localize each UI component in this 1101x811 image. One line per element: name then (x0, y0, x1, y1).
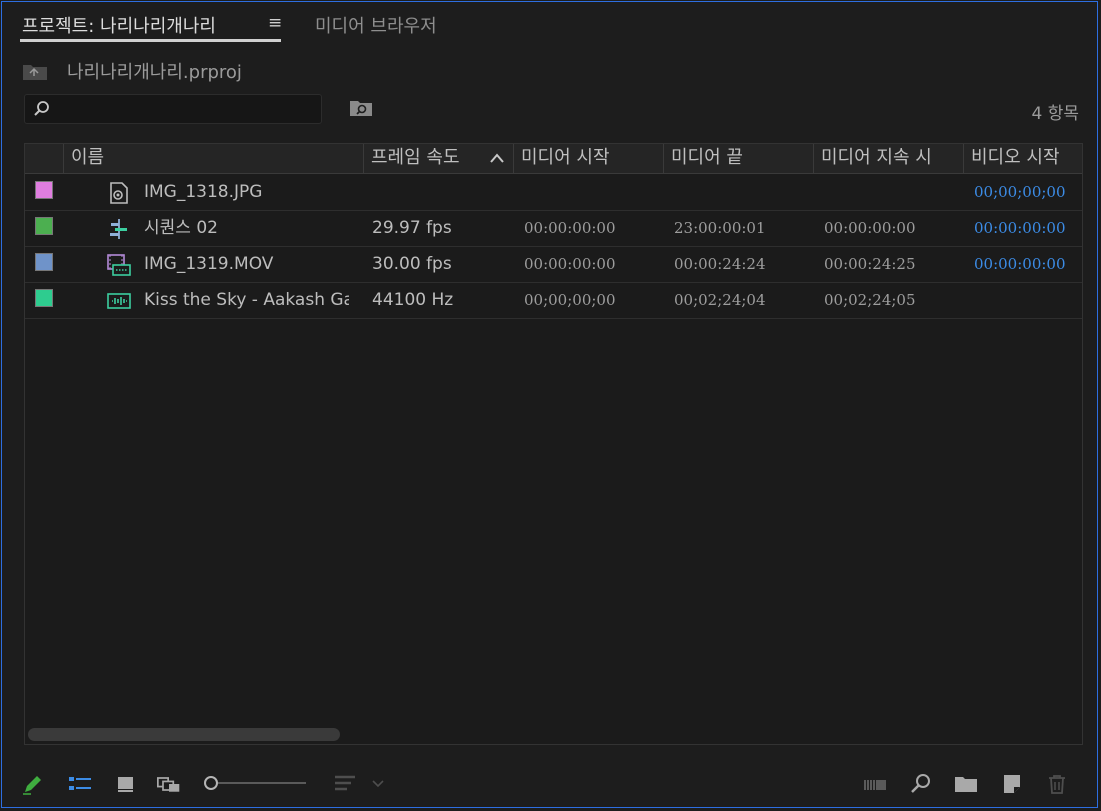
panel-menu-icon[interactable]: ≡ (268, 13, 282, 33)
project-panel: 프로젝트: 나리나리개나리 ≡ 미디어 브라우저 나리나리개나리.prproj … (1, 1, 1098, 808)
label-color-swatch[interactable] (35, 253, 53, 271)
zoom-slider-track[interactable] (216, 782, 306, 784)
new-item-icon[interactable] (1000, 772, 1024, 796)
project-folder-icon[interactable] (22, 61, 48, 81)
find-icon[interactable] (909, 772, 933, 796)
item-frame-rate: 30.00 fps (372, 254, 452, 274)
label-color-swatch[interactable] (35, 217, 53, 235)
find-in-bin-icon[interactable] (349, 99, 373, 117)
item-media-start: 00;00;00;00 (524, 291, 616, 309)
table-row[interactable]: 시퀀스 02 29.97 fps 00:00:00:00 23:00:00:01… (25, 210, 1082, 247)
item-video-start[interactable]: 00;00;00;00 (974, 174, 1066, 210)
item-name: 시퀀스 02 (144, 218, 218, 238)
list-view-icon[interactable] (68, 772, 92, 796)
header-frame-rate-label: 프레임 속도 (371, 147, 460, 168)
item-video-start[interactable]: 00:00:00:00 (974, 246, 1066, 282)
header-name[interactable]: 이름 (63, 144, 363, 173)
audio-file-icon (107, 293, 131, 309)
tab-media-browser[interactable]: 미디어 브라우저 (315, 12, 437, 38)
header-frame-rate[interactable]: 프레임 속도 (363, 144, 513, 173)
project-file-name: 나리나리개나리.prproj (67, 62, 242, 83)
header-media-start[interactable]: 미디어 시작 (513, 144, 663, 173)
item-media-end: 00;02;24;04 (674, 291, 766, 309)
item-media-duration: 00:00:00:00 (824, 219, 916, 237)
image-file-icon (110, 182, 128, 204)
item-video-start[interactable]: 00:00:00:00 (974, 210, 1066, 246)
sequence-icon (110, 219, 127, 239)
item-media-duration: 00;02;24;05 (824, 291, 916, 309)
item-media-end: 23:00:00:01 (674, 219, 766, 237)
sort-ascending-icon (490, 153, 504, 163)
item-name: IMG_1318.JPG (144, 182, 263, 202)
item-count: 4 항목 (1031, 104, 1080, 124)
table-row[interactable]: Kiss the Sky - Aakash Ga 44100 Hz 00;00;… (25, 282, 1082, 319)
item-media-end: 00:00:24:24 (674, 255, 766, 273)
zoom-slider-handle[interactable] (204, 776, 218, 790)
table-row[interactable]: IMG_1318.JPG 00;00;00;00 (25, 174, 1082, 211)
new-bin-icon[interactable] (954, 772, 978, 796)
pencil-icon[interactable] (21, 772, 45, 796)
item-media-start: 00:00:00:00 (524, 219, 616, 237)
header-label-color[interactable] (25, 144, 63, 173)
tab-project[interactable]: 프로젝트: 나리나리개나리 (22, 12, 216, 38)
search-icon (34, 101, 49, 116)
freeform-view-icon[interactable] (157, 772, 181, 796)
active-tab-indicator (20, 39, 281, 42)
item-name: IMG_1319.MOV (144, 254, 274, 274)
automate-to-sequence-icon[interactable] (863, 772, 887, 796)
search-input[interactable] (24, 94, 322, 124)
header-media-duration[interactable]: 미디어 지속 시 (813, 144, 963, 173)
video-file-icon (107, 254, 131, 276)
trash-icon[interactable] (1045, 772, 1069, 796)
item-frame-rate: 44100 Hz (372, 290, 454, 310)
header-media-end[interactable]: 미디어 끝 (663, 144, 813, 173)
header-video-start[interactable]: 비디오 시작 (963, 144, 1082, 173)
chevron-down-icon[interactable] (370, 772, 386, 796)
label-color-swatch[interactable] (35, 289, 53, 307)
table-row[interactable]: IMG_1319.MOV 30.00 fps 00:00:00:00 00:00… (25, 246, 1082, 283)
icon-view-icon[interactable] (114, 772, 138, 796)
project-items-table: 이름 프레임 속도 미디어 시작 미디어 끝 미디어 지속 시 비디오 시작 I… (24, 143, 1083, 745)
item-name: Kiss the Sky - Aakash Ga (144, 290, 349, 310)
label-color-swatch[interactable] (35, 181, 53, 199)
sort-icons-icon[interactable] (333, 772, 357, 796)
item-media-duration: 00:00:24:25 (824, 255, 916, 273)
item-media-start: 00:00:00:00 (524, 255, 616, 273)
horizontal-scrollbar[interactable] (28, 728, 340, 741)
item-frame-rate: 29.97 fps (372, 218, 452, 238)
table-header: 이름 프레임 속도 미디어 시작 미디어 끝 미디어 지속 시 비디오 시작 (25, 144, 1082, 174)
